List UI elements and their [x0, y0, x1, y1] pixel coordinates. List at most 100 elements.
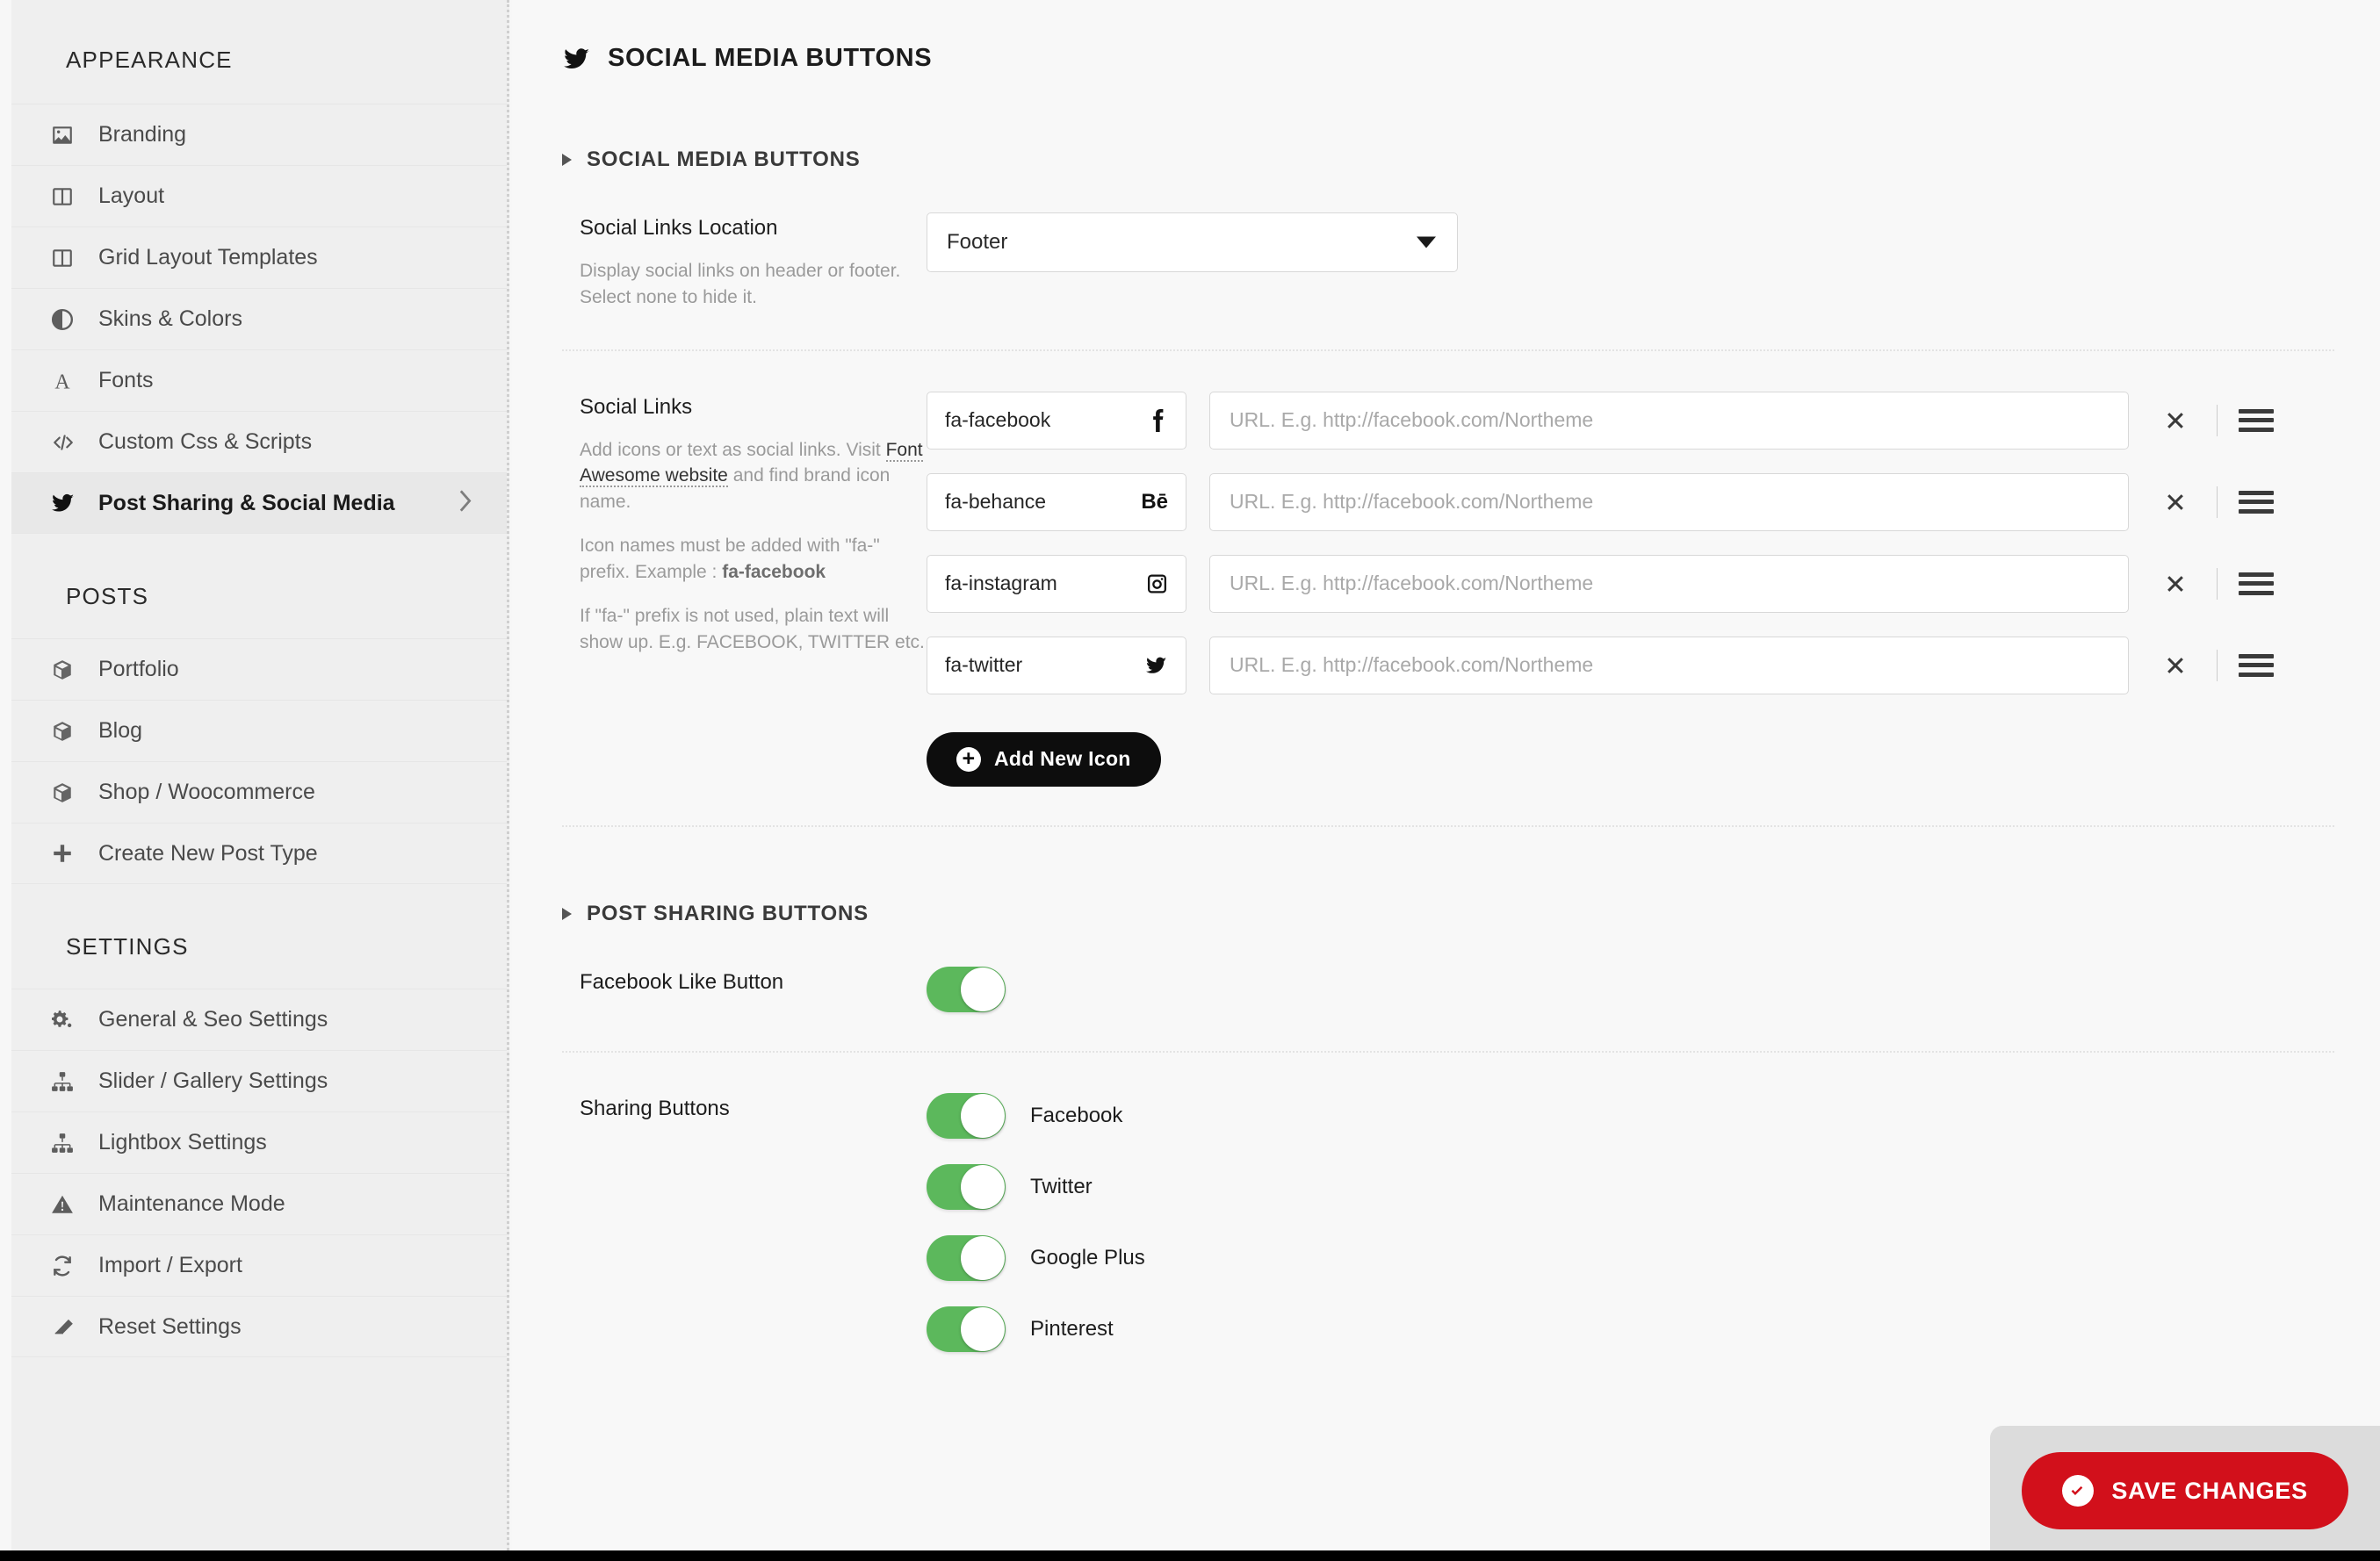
row-label-group: Social Links Add icons or text as social…	[562, 392, 927, 787]
section-header-post-sharing-buttons[interactable]: POST SHARING BUTTONS	[512, 827, 2380, 926]
field-label: Social Links	[580, 394, 693, 419]
behance-icon: Bē	[1141, 489, 1168, 514]
sidebar-item-label: General & Seo Settings	[98, 1007, 328, 1032]
save-changes-button[interactable]: SAVE CHANGES	[2022, 1452, 2348, 1529]
sidebar-item-general-seo-settings[interactable]: General & Seo Settings	[11, 989, 507, 1050]
sidebar-item-skins-colors[interactable]: Skins & Colors	[11, 288, 507, 349]
sharing-toggle-pinterest[interactable]	[927, 1306, 1006, 1352]
sharing-toggle-twitter[interactable]	[927, 1163, 1006, 1210]
action-divider	[2217, 649, 2218, 681]
main-content: SOCIAL MEDIA BUTTONS SOCIAL MEDIA BUTTON…	[512, 0, 2380, 1561]
social-icon-name-input[interactable]: fa-twitter	[927, 636, 1186, 694]
social-icon-name-input[interactable]: fa-instagram	[927, 554, 1186, 613]
drag-handle-icon[interactable]	[2239, 651, 2274, 680]
caret-right-icon	[562, 154, 572, 166]
sharing-toggle-row: Pinterest	[927, 1306, 2334, 1352]
section-title-label: POST SHARING BUTTONS	[587, 901, 869, 925]
field-description-2: Icon names must be added with "fa-" pref…	[580, 533, 927, 586]
drag-handle-icon[interactable]	[2239, 569, 2274, 599]
sidebar-item-portfolio[interactable]: Portfolio	[11, 638, 507, 700]
social-url-input[interactable]	[1209, 636, 2129, 694]
facebook-f-icon	[1149, 408, 1168, 432]
sidebar-item-reset-settings[interactable]: Reset Settings	[11, 1296, 507, 1357]
refresh-icon	[51, 1255, 90, 1277]
sidebar-item-branding[interactable]: Branding	[11, 104, 507, 165]
add-new-icon-button[interactable]: + Add New Icon	[927, 731, 1161, 787]
sidebar-item-custom-css-scripts[interactable]: Custom Css & Scripts	[11, 411, 507, 472]
social-link-actions	[2155, 400, 2274, 441]
drag-handle-icon[interactable]	[2239, 487, 2274, 517]
sharing-toggle-facebook[interactable]	[927, 1092, 1006, 1139]
sidebar-item-lightbox-settings[interactable]: Lightbox Settings	[11, 1111, 507, 1173]
sidebar-item-label: Lightbox Settings	[98, 1130, 267, 1155]
sidebar-item-slider-gallery-settings[interactable]: Slider / Gallery Settings	[11, 1050, 507, 1111]
field-label: Facebook Like Button	[580, 969, 784, 994]
field-description-3: If "fa-" prefix is not used, plain text …	[580, 605, 925, 652]
save-changes-label: SAVE CHANGES	[2111, 1477, 2308, 1504]
social-url-input[interactable]	[1209, 391, 2129, 450]
sidebar-item-layout[interactable]: Layout	[11, 165, 507, 227]
row-label-group: Facebook Like Button	[562, 967, 927, 1012]
facebook-like-toggle[interactable]	[927, 966, 1006, 1012]
app-root: APPEARANCE Branding Layout Grid Layout T…	[0, 0, 2380, 1561]
check-circle-icon	[2062, 1475, 2095, 1507]
sidebar-item-label: Reset Settings	[98, 1313, 242, 1339]
drag-handle-icon[interactable]	[2239, 406, 2274, 435]
sidebar-group-title-posts: POSTS	[66, 583, 149, 609]
sharing-toggle-row: Twitter	[927, 1163, 2334, 1210]
select-value: Footer	[947, 230, 1008, 254]
sidebar-item-label: Maintenance Mode	[98, 1191, 285, 1216]
sharing-toggle-row: Facebook	[927, 1092, 2334, 1139]
row-label-group: Sharing Buttons	[562, 1093, 927, 1378]
section-header-social-media-buttons[interactable]: SOCIAL MEDIA BUTTONS	[512, 73, 2380, 172]
sidebar-item-import-export[interactable]: Import / Export	[11, 1234, 507, 1296]
box-icon	[51, 720, 90, 743]
social-links-location-select[interactable]: Footer	[927, 212, 1458, 272]
toggle-knob	[961, 1306, 1005, 1351]
gears-icon	[51, 1009, 90, 1032]
social-link-row: fa-twitter	[927, 636, 2334, 694]
sidebar-item-shop-woocommerce[interactable]: Shop / Woocommerce	[11, 761, 507, 823]
page-title: SOCIAL MEDIA BUTTONS	[608, 44, 933, 72]
sidebar-item-label: Branding	[98, 122, 187, 147]
field-label: Social Links Location	[580, 216, 778, 240]
action-divider	[2217, 567, 2218, 600]
row-sharing-buttons: Sharing Buttons Facebook Twitter Google …	[562, 1053, 2334, 1416]
sidebar-item-blog[interactable]: Blog	[11, 700, 507, 761]
twitter-icon	[51, 492, 90, 514]
sharing-buttons-list: Facebook Twitter Google Plus Pinterest	[927, 1092, 2334, 1378]
social-url-input[interactable]	[1209, 554, 2129, 613]
contrast-circle-icon	[51, 308, 90, 331]
image-icon	[51, 124, 90, 147]
social-icon-name-input[interactable]: fa-facebook	[927, 391, 1186, 450]
page-header: SOCIAL MEDIA BUTTONS	[512, 0, 2380, 73]
action-divider	[2217, 404, 2218, 436]
icon-name-value: fa-facebook	[945, 408, 1051, 432]
bottom-bar	[0, 1550, 2380, 1561]
sidebar-item-label: Post Sharing & Social Media	[98, 490, 395, 515]
social-link-row: fa-behance Bē	[927, 472, 2334, 531]
chevron-down-icon	[1417, 236, 1436, 248]
social-icon-name-input[interactable]: fa-behance Bē	[927, 472, 1186, 531]
add-new-icon-label: Add New Icon	[994, 747, 1131, 771]
sidebar-item-grid-layout-templates[interactable]: Grid Layout Templates	[11, 227, 507, 288]
sidebar-item-create-new-post-type[interactable]: Create New Post Type	[11, 823, 507, 884]
columns-icon	[51, 247, 90, 270]
remove-icon[interactable]	[2155, 645, 2196, 686]
sidebar-item-label: Portfolio	[98, 657, 179, 681]
social-url-input[interactable]	[1209, 472, 2129, 531]
sidebar-item-maintenance-mode[interactable]: Maintenance Mode	[11, 1173, 507, 1234]
remove-icon[interactable]	[2155, 482, 2196, 522]
social-media-buttons-panel: Social Links Location Display social lin…	[512, 172, 2380, 827]
sidebar-item-label: Layout	[98, 183, 165, 208]
sidebar-item-fonts[interactable]: A Fonts	[11, 349, 507, 411]
sidebar-item-post-sharing-social-media[interactable]: Post Sharing & Social Media	[11, 472, 507, 534]
sharing-toggle-row: Google Plus	[927, 1234, 2334, 1281]
sidebar-group-title-appearance: APPEARANCE	[66, 47, 233, 73]
chevron-right-icon	[456, 489, 473, 518]
toggle-knob	[961, 1235, 1005, 1280]
sidebar-item-label: Skins & Colors	[98, 306, 242, 331]
remove-icon[interactable]	[2155, 400, 2196, 441]
remove-icon[interactable]	[2155, 564, 2196, 604]
sharing-toggle-google-plus[interactable]	[927, 1234, 1006, 1281]
